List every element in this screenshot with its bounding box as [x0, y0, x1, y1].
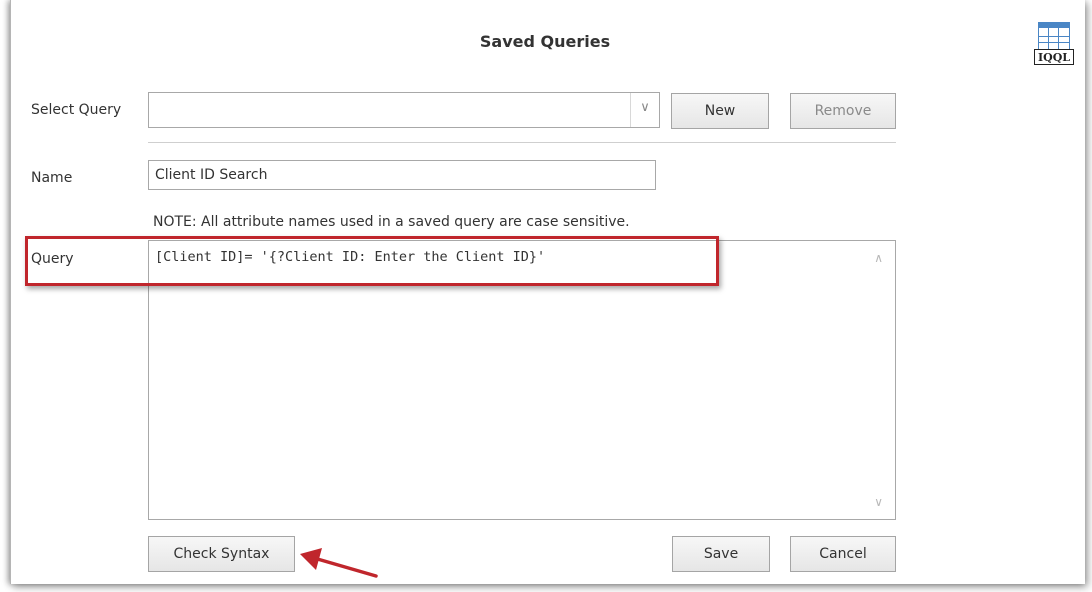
- case-sensitive-note: NOTE: All attribute names used in a save…: [153, 214, 630, 230]
- name-input[interactable]: Client ID Search: [148, 160, 656, 190]
- remove-button[interactable]: Remove: [790, 93, 896, 129]
- iqql-logo-icon: IQQL: [1034, 22, 1076, 68]
- dialog-title: Saved Queries: [479, 32, 611, 51]
- logo-text: IQQL: [1034, 49, 1074, 65]
- check-syntax-button[interactable]: Check Syntax: [148, 536, 295, 572]
- select-query-label: Select Query: [31, 102, 122, 118]
- divider: [148, 142, 896, 143]
- select-query-dropdown[interactable]: ∨: [148, 92, 660, 128]
- name-label: Name: [31, 170, 73, 186]
- save-button[interactable]: Save: [672, 536, 770, 572]
- chevron-down-icon[interactable]: ∨: [630, 93, 659, 127]
- scroll-up-icon[interactable]: ∧: [874, 251, 883, 265]
- annotation-arrow-icon: [300, 548, 378, 578]
- cancel-button[interactable]: Cancel: [790, 536, 896, 572]
- new-button[interactable]: New: [671, 93, 769, 129]
- annotation-highlight-box: [25, 236, 719, 286]
- scroll-down-icon[interactable]: ∨: [874, 495, 883, 509]
